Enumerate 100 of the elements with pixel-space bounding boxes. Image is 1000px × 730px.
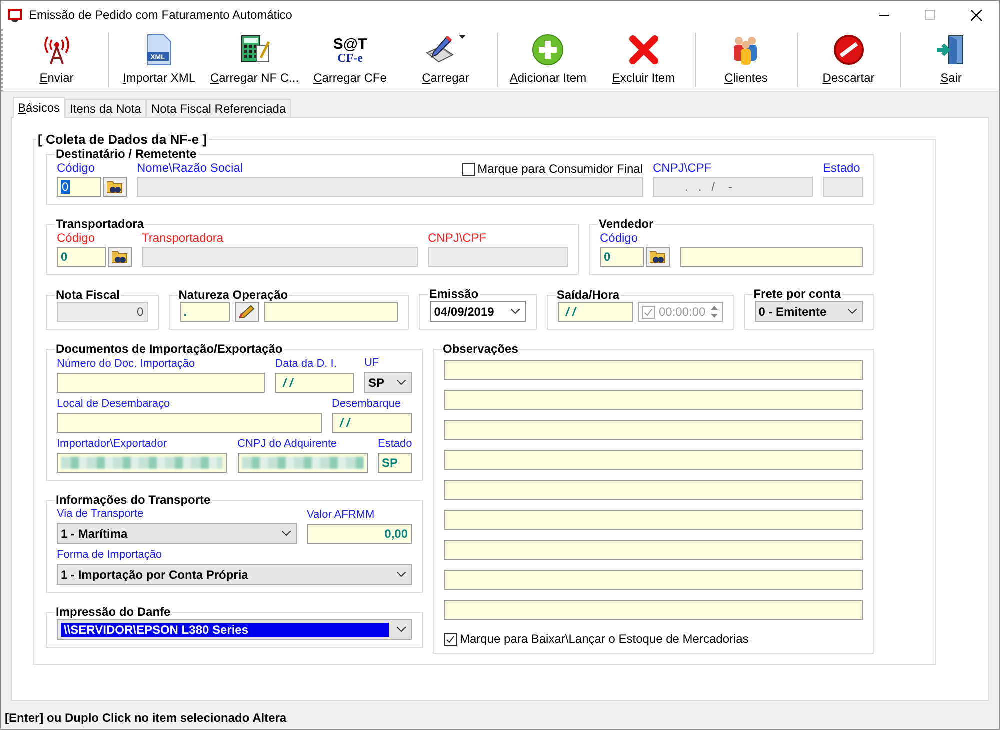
toolbar-button[interactable]: Adicionar Item xyxy=(500,29,596,91)
toolbar-button[interactable]: Enviar xyxy=(9,29,104,91)
amount-field[interactable]: 0,00 xyxy=(307,524,412,544)
pencil-icon xyxy=(238,305,255,319)
lookup-button[interactable] xyxy=(103,177,127,197)
carrier-field[interactable] xyxy=(142,247,418,267)
tab[interactable]: Nota Fiscal Referenciada xyxy=(146,99,292,118)
toolbar-button[interactable]: Descartar xyxy=(801,29,896,91)
toolbar-button[interactable]: Clientes xyxy=(698,29,794,91)
notes-line-field[interactable] xyxy=(444,480,863,500)
group-title: Informações do Transporte xyxy=(55,493,212,507)
notes-line-field[interactable] xyxy=(444,390,863,410)
field-label: Local de Desembaraço xyxy=(57,397,172,412)
field-label: Via de Transporte xyxy=(57,507,145,522)
notes-line-field[interactable] xyxy=(444,510,863,530)
toolbar-button[interactable]: S@T CF-e Carregar CFe xyxy=(302,29,398,91)
operation-code-field[interactable]: . xyxy=(180,302,230,322)
group-title: Emissão xyxy=(428,287,480,301)
binoculars-folder-icon xyxy=(650,250,666,264)
field-label: Importador\Exportador xyxy=(57,437,168,452)
notes-line-field[interactable] xyxy=(444,360,863,380)
group-title: Destinatário / Remetente xyxy=(55,147,198,161)
date-field[interactable]: / / xyxy=(275,373,354,393)
notes-line-field[interactable] xyxy=(444,450,863,470)
field-label: CNPJ\CPF xyxy=(428,231,488,246)
field-label: Valor AFRMM xyxy=(307,508,376,523)
field-label: Data da D. I. xyxy=(275,357,338,372)
plus-circle-icon xyxy=(532,34,564,66)
group-title: Observações xyxy=(442,342,520,356)
toolbar-button[interactable]: Sair xyxy=(904,29,999,91)
cross-icon xyxy=(628,35,659,65)
toolbar-button[interactable]: Carregar NF C... xyxy=(207,29,302,91)
notes-line-field[interactable] xyxy=(444,420,863,440)
group-title: Transportadora xyxy=(55,217,146,231)
tab[interactable]: Itens da Nota xyxy=(65,99,146,118)
lookup-button[interactable] xyxy=(234,302,259,322)
binoculars-folder-icon xyxy=(107,180,123,194)
field-label: Estado xyxy=(378,437,412,452)
check-icon xyxy=(445,634,456,644)
status-bar-text: [Enter] ou Duplo Click no item selecionado Altera xyxy=(4,710,288,727)
field-label: UF xyxy=(364,356,380,371)
chevron-down-icon xyxy=(848,309,857,314)
field-label: Estado xyxy=(823,161,862,176)
group-title: Frete por conta xyxy=(752,287,842,301)
maximize-icon xyxy=(925,10,935,20)
seller-name-field[interactable] xyxy=(680,247,863,267)
operation-description-field[interactable] xyxy=(264,302,398,322)
field-label: CNPJ do Adquirente xyxy=(238,437,338,452)
invoice-number-field[interactable]: 0 xyxy=(57,302,148,322)
importer-field[interactable] xyxy=(57,453,227,473)
app-icon xyxy=(7,7,23,23)
field-label: Desembarque xyxy=(332,397,402,412)
minimize-icon xyxy=(879,14,889,16)
field-label: Código xyxy=(57,161,96,176)
binoculars-folder-icon xyxy=(112,250,128,264)
notes-line-field[interactable] xyxy=(444,540,863,560)
chevron-down-icon xyxy=(397,627,406,632)
date-field[interactable]: / / xyxy=(558,302,633,322)
date-picker[interactable]: 04/09/2019 xyxy=(430,301,526,322)
printer-dropdown[interactable]: \\SERVIDOR\EPSON L380 Series xyxy=(57,619,412,640)
toolbar-button[interactable]: Excluir Item xyxy=(596,29,692,91)
chevron-down-icon xyxy=(282,531,291,536)
field-label: Transportadora xyxy=(142,231,225,246)
date-field[interactable]: / / xyxy=(332,413,412,433)
chevron-down-icon xyxy=(397,572,406,577)
group-title: Vendedor xyxy=(598,217,655,231)
close-icon xyxy=(970,10,982,20)
field-label: Nome\Razão Social xyxy=(137,161,244,176)
notes-line-field[interactable] xyxy=(444,600,863,620)
lookup-button[interactable] xyxy=(646,247,670,267)
antenna-icon xyxy=(42,35,72,65)
dropdown[interactable]: 1 - Marítima xyxy=(57,523,297,544)
code-field[interactable]: 0 xyxy=(57,247,106,267)
state-field[interactable] xyxy=(823,177,863,197)
state-field[interactable]: SP xyxy=(378,453,412,473)
sat-logo: S@T CF-e xyxy=(333,36,368,64)
checkbox[interactable]: Marque para Consumidor Final xyxy=(462,162,643,176)
toolbar-button[interactable]: Carregar xyxy=(398,29,494,91)
field-label: CNPJ\CPF xyxy=(653,161,713,176)
dropdown[interactable]: SP xyxy=(364,372,412,393)
cnpj-field[interactable] xyxy=(428,247,568,267)
lookup-button[interactable] xyxy=(108,247,132,267)
notes-line-field[interactable] xyxy=(444,570,863,590)
field-label: Forma de Importação xyxy=(57,548,164,563)
name-field[interactable] xyxy=(137,177,643,197)
code-field[interactable]: 0 xyxy=(600,247,644,267)
dropdown[interactable]: 1 - Importação por Conta Própria xyxy=(57,564,412,585)
dropdown[interactable]: 0 - Emitente xyxy=(754,301,863,322)
checkbox[interactable]: Marque para Baixar\Lançar o Estoque de Mercadorias xyxy=(444,632,863,646)
group-title: Nota Fiscal xyxy=(55,288,122,302)
code-field[interactable]: 0 xyxy=(57,177,101,197)
location-field[interactable] xyxy=(57,413,322,433)
group-title: Natureza Operação xyxy=(178,288,290,302)
chevron-down-icon xyxy=(510,309,520,314)
document-number-field[interactable] xyxy=(57,373,266,393)
check-icon xyxy=(642,306,654,318)
cnpj-field[interactable]: . . / - xyxy=(653,177,813,197)
cnpj-field[interactable] xyxy=(238,453,368,473)
group-title: Saída/Hora xyxy=(556,288,621,302)
tab[interactable]: Básicos xyxy=(13,97,66,118)
